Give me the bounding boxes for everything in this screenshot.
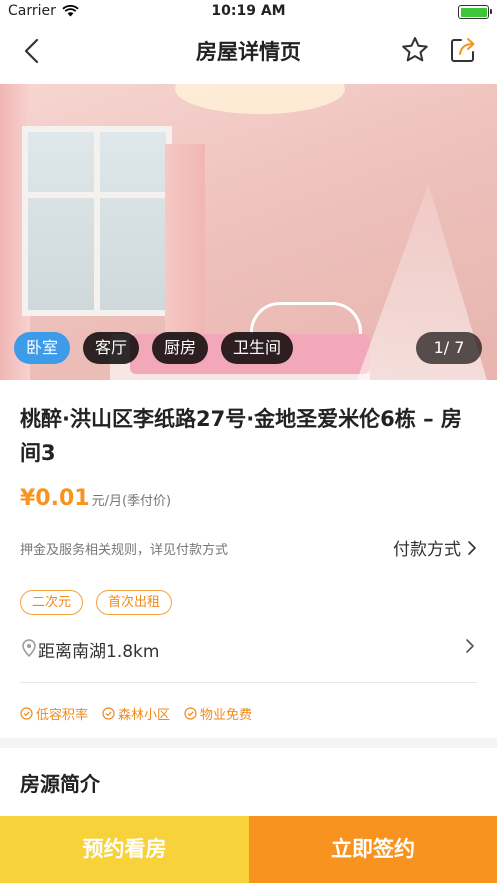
book-viewing-button[interactable]: 预约看房 (0, 816, 249, 883)
share-icon[interactable] (447, 34, 479, 66)
favorite-star-icon[interactable] (399, 34, 431, 66)
feature-label: 低容积率 (36, 708, 89, 723)
feature-label: 森林小区 (118, 708, 171, 723)
ceiling-light (175, 84, 345, 114)
payment-method-link[interactable]: 付款方式 (393, 535, 477, 560)
rule-text: 押金及服务相关规则，详见付款方式 (20, 543, 229, 558)
listing-title: 桃醉·洪山区李纸路27号·金地圣爱米伦6栋 – 房间3 (20, 407, 462, 465)
location-pin-icon (22, 639, 36, 657)
feature-item: 物业免费 (184, 704, 252, 723)
tab-kitchen[interactable]: 厨房 (152, 332, 209, 364)
price-row: ¥0.01 元/月(季付价) (20, 486, 171, 511)
photo-counter: 1/ 7 (416, 332, 482, 364)
sign-now-button[interactable]: 立即签约 (249, 816, 497, 883)
tab-living-room[interactable]: 客厅 (83, 332, 140, 364)
price-unit: 元/月(季付价) (91, 494, 172, 509)
feature-row: 低容积率 森林小区 物业免费 (20, 704, 252, 723)
chevron-right-icon (468, 540, 476, 555)
nav-bar: 房屋详情页 (0, 24, 497, 80)
price-value: ¥0.01 (20, 486, 90, 511)
tag-badge: 二次元 (20, 590, 84, 615)
rule-row: 押金及服务相关规则，详见付款方式 付款方式 (20, 535, 477, 561)
tab-bedroom[interactable]: 卧室 (14, 332, 71, 364)
location-distance: 距离南湖1.8km (38, 642, 160, 662)
feature-item: 低容积率 (20, 704, 88, 723)
feature-item: 森林小区 (102, 704, 170, 723)
check-circle-icon (20, 707, 33, 720)
bottom-action-bar: 预约看房 立即签约 (0, 816, 497, 883)
feature-label: 物业免费 (200, 708, 253, 723)
divider (20, 682, 477, 683)
location-row[interactable]: 距离南湖1.8km (20, 634, 477, 666)
status-bar: Carrier 10:19 AM (0, 0, 497, 24)
section-separator (0, 738, 497, 748)
intro-section-title: 房源简介 (20, 772, 100, 796)
payment-method-label: 付款方式 (393, 540, 461, 560)
chevron-right-icon (466, 639, 474, 653)
status-time: 10:19 AM (211, 3, 286, 19)
tag-badge: 首次出租 (96, 590, 173, 615)
check-circle-icon (102, 707, 115, 720)
window (22, 126, 172, 316)
room-tabs: 卧室 客厅 厨房 卫生间 (14, 332, 294, 364)
check-circle-icon (184, 707, 197, 720)
battery-icon (458, 5, 492, 19)
curtain-right (165, 144, 205, 364)
tab-bathroom[interactable]: 卫生间 (221, 332, 294, 364)
tag-row: 二次元 首次出租 (20, 590, 173, 615)
